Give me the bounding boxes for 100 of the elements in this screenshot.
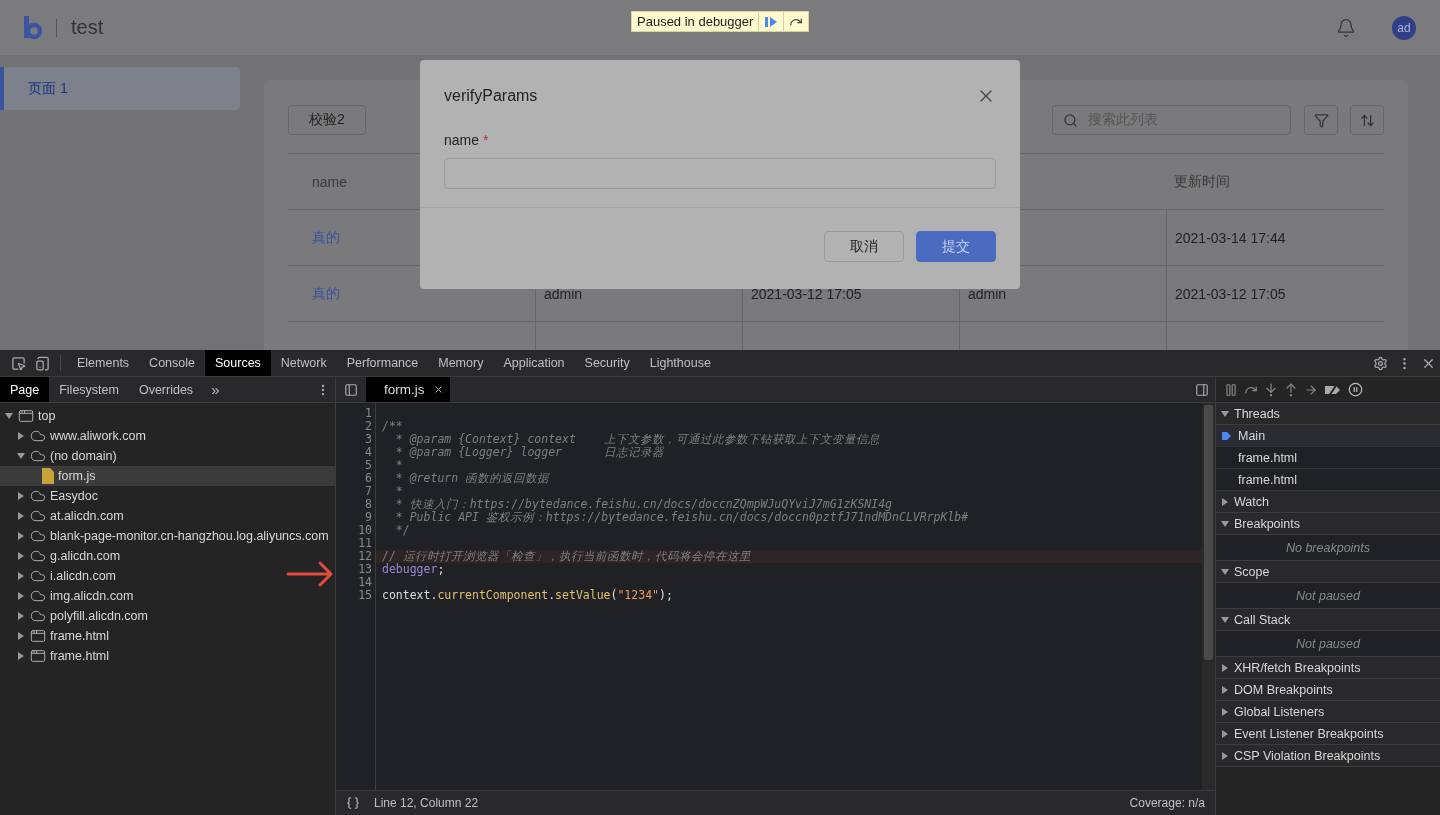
section-header[interactable]: Threads [1216, 403, 1440, 425]
verify-button[interactable]: 校验2 [288, 105, 366, 135]
tree-item[interactable]: g.alicdn.com [0, 546, 335, 566]
settings-icon[interactable] [1372, 355, 1388, 371]
section-header[interactable]: Watch [1216, 491, 1440, 513]
section-header[interactable]: CSP Violation Breakpoints [1216, 745, 1440, 767]
expanded-triangle-icon[interactable] [1221, 519, 1229, 528]
table-cell: admin [968, 285, 1007, 302]
devtools-tab[interactable]: Lighthouse [639, 350, 721, 376]
file-tab[interactable]: form.js [366, 377, 450, 402]
collapsed-triangle-icon[interactable] [1221, 497, 1229, 506]
line-number: 2 [364, 420, 373, 433]
tree-item[interactable]: Easydoc [0, 486, 335, 506]
thread-item[interactable]: frame.html [1216, 447, 1440, 469]
inspect-icon[interactable] [10, 355, 26, 371]
pause-on-exceptions-icon[interactable] [1348, 382, 1363, 397]
format-icon[interactable] [346, 796, 360, 810]
code-line: * [394, 485, 404, 498]
devtools-tab[interactable]: Sources [205, 350, 271, 376]
section-header[interactable]: Call Stack [1216, 609, 1440, 631]
tree-item[interactable]: www.aliwork.com [0, 426, 335, 446]
sort-button[interactable] [1350, 105, 1384, 135]
expanded-triangle-icon[interactable] [17, 452, 25, 460]
collapsed-triangle-icon[interactable] [17, 492, 25, 500]
thread-item[interactable]: Main [1216, 425, 1440, 447]
collapsed-triangle-icon[interactable] [17, 512, 25, 520]
collapsed-triangle-icon[interactable] [17, 632, 25, 640]
cloud-icon [30, 588, 46, 604]
expanded-triangle-icon[interactable] [1221, 615, 1229, 624]
bell-icon[interactable] [1336, 17, 1356, 38]
tree-item[interactable]: frame.html [0, 646, 335, 666]
expanded-triangle-icon[interactable] [5, 412, 13, 420]
tree-item[interactable]: at.alicdn.com [0, 506, 335, 526]
cloud-icon [30, 528, 46, 544]
collapsed-triangle-icon[interactable] [1221, 685, 1229, 694]
tree-item[interactable]: frame.html [0, 626, 335, 646]
column-header: name [312, 173, 348, 190]
section-header[interactable]: Event Listener Breakpoints [1216, 723, 1440, 745]
section-header[interactable]: Global Listeners [1216, 701, 1440, 723]
code-line: * 快速入门：https://bytedance.feishu.cn/docs/doccnZQmpWJuQYviJ7mG1zKSNI4g [394, 498, 893, 511]
navigator-tab[interactable]: Overrides [128, 377, 204, 402]
current-thread-icon [1222, 430, 1231, 441]
devtools-tab[interactable]: Performance [336, 350, 429, 376]
devtools-tab[interactable]: Memory [428, 350, 494, 376]
collapsed-triangle-icon[interactable] [17, 572, 25, 580]
cloud-icon [30, 508, 46, 524]
step-into-icon[interactable] [1264, 382, 1278, 397]
devtools-tab[interactable]: Application [493, 350, 575, 376]
devtools-tab[interactable]: Console [139, 350, 205, 376]
scrollbar-thumb[interactable] [1204, 405, 1213, 660]
section-header[interactable]: Scope [1216, 561, 1440, 583]
close-icon[interactable] [432, 384, 444, 395]
collapsed-triangle-icon[interactable] [17, 612, 25, 620]
cloud-icon [30, 548, 46, 564]
tree-item[interactable]: img.alicdn.com [0, 586, 335, 606]
tree-item[interactable]: blank-page-monitor.cn-hangzhou.log.aliyuncs.com [0, 526, 335, 546]
code-line: debugger; [381, 563, 446, 576]
tree-item[interactable]: (no domain) [0, 446, 335, 466]
tree-item[interactable]: top [0, 406, 335, 426]
cancel-button[interactable]: 取消 [824, 231, 904, 262]
devtools-tab[interactable]: Network [270, 350, 337, 376]
code-line: * [394, 459, 404, 472]
collapsed-triangle-icon[interactable] [17, 652, 25, 660]
name-field[interactable] [444, 158, 996, 189]
collapsed-triangle-icon[interactable] [17, 432, 25, 440]
pause-icon[interactable] [1224, 382, 1238, 397]
devtools-tab[interactable]: Security [574, 350, 640, 376]
panel-toggle-icon[interactable] [1195, 382, 1209, 397]
section-header[interactable]: Breakpoints [1216, 513, 1440, 535]
tree-item[interactable]: form.js [0, 466, 335, 486]
collapsed-triangle-icon[interactable] [17, 552, 25, 560]
section-header[interactable]: DOM Breakpoints [1216, 679, 1440, 701]
navigator-tab[interactable]: Page [0, 377, 50, 402]
section-header[interactable]: XHR/fetch Breakpoints [1216, 657, 1440, 679]
step-icon[interactable] [1304, 382, 1318, 397]
expanded-triangle-icon[interactable] [1221, 409, 1229, 418]
code-line: * @return 函数的返回数据 [394, 472, 551, 485]
thread-item[interactable]: frame.html [1216, 469, 1440, 491]
tree-item[interactable]: polyfill.alicdn.com [0, 606, 335, 626]
collapsed-triangle-icon[interactable] [1221, 707, 1229, 716]
debugger-banner: Paused in debugger [631, 11, 810, 32]
collapsed-triangle-icon[interactable] [1221, 729, 1229, 738]
expanded-triangle-icon[interactable] [1221, 567, 1229, 576]
navigator-tab[interactable]: Filesystem [49, 377, 129, 402]
line-number: 1 [364, 407, 373, 420]
panel-toggle-icon[interactable] [344, 382, 358, 397]
collapsed-triangle-icon[interactable] [1221, 751, 1229, 760]
cursor-position: Line 12, Column 22 [374, 796, 479, 810]
table-cell: 2021-03-14 17:44 [1175, 229, 1286, 246]
step-out-icon[interactable] [1284, 382, 1298, 397]
column-header: 更新时间 [1174, 172, 1230, 191]
filter-button[interactable] [1304, 105, 1338, 135]
device-icon[interactable] [34, 355, 50, 371]
devtools-tab[interactable]: Elements [67, 350, 140, 376]
collapsed-triangle-icon[interactable] [17, 592, 25, 600]
user-avatar[interactable]: ad [1392, 15, 1416, 40]
more-tabs[interactable]: » [203, 377, 228, 402]
collapsed-triangle-icon[interactable] [17, 532, 25, 540]
collapsed-triangle-icon[interactable] [1221, 663, 1229, 672]
tree-item[interactable]: i.alicdn.com [0, 566, 335, 586]
